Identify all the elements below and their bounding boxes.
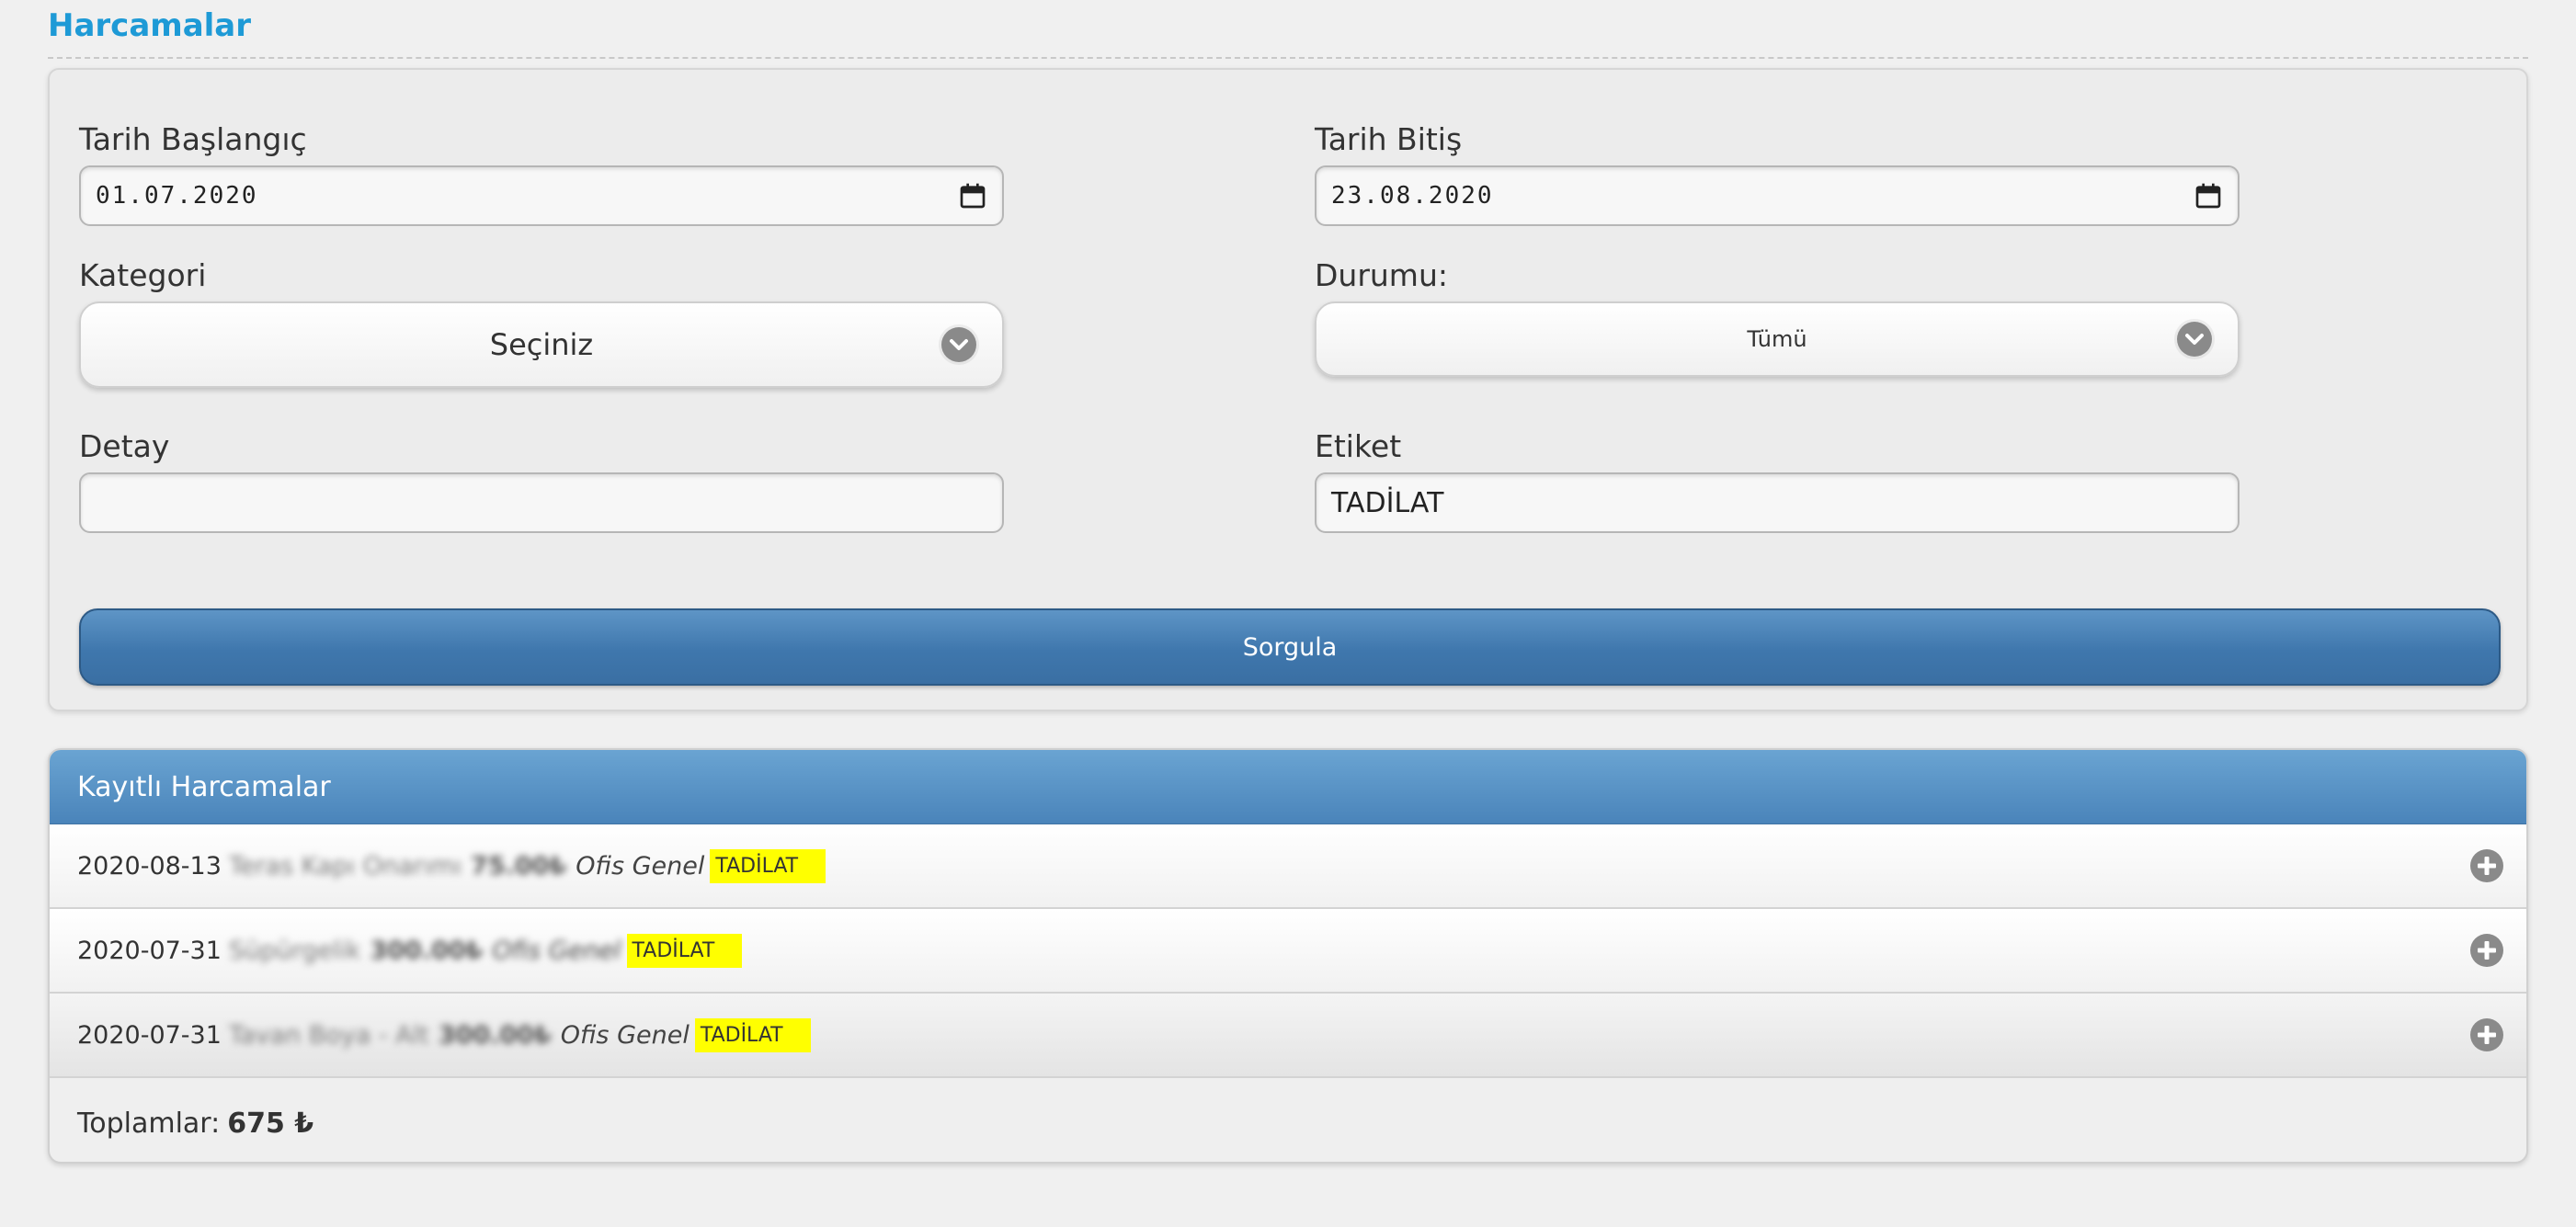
list-item[interactable]: 2020-07-31 Süpürgelik 300.00₺ Ofis Genel… xyxy=(50,909,2526,994)
row-tag: TADİLAT xyxy=(694,1017,811,1052)
page-title: Harcamalar xyxy=(48,7,251,44)
filter-panel: Tarih Başlangıç 01.07.2020 Tarih Bitiş 2… xyxy=(48,68,2528,711)
status-select[interactable]: Tümü xyxy=(1315,301,2240,377)
totals-label: Toplamlar: xyxy=(77,1107,221,1140)
start-date-label: Tarih Başlangıç xyxy=(79,121,307,157)
totals-row: Toplamlar: 675 ₺ xyxy=(50,1078,2526,1162)
totals-value: 675 ₺ xyxy=(227,1107,314,1140)
tag-input[interactable]: TADİLAT xyxy=(1315,472,2240,533)
row-tag: TADİLAT xyxy=(626,933,743,968)
row-amount: 300.00₺ xyxy=(438,1020,552,1050)
tag-label: Etiket xyxy=(1315,428,1402,464)
end-date-input[interactable]: 23.08.2020 xyxy=(1315,165,2240,226)
status-selected: Tümü xyxy=(1747,326,1807,352)
row-date: 2020-08-13 xyxy=(77,851,222,880)
detail-label: Detay xyxy=(79,428,170,464)
title-divider xyxy=(48,57,2528,59)
row-date: 2020-07-31 xyxy=(77,1020,222,1050)
query-button[interactable]: Sorgula xyxy=(79,608,2501,686)
row-date: 2020-07-31 xyxy=(77,936,222,965)
list-header: Kayıtlı Harcamalar xyxy=(50,750,2526,824)
list-item[interactable]: 2020-07-31 Tavan Boya - Alt 300.00₺ Ofis… xyxy=(50,994,2526,1078)
row-category: Ofis Genel xyxy=(576,851,705,880)
row-category: Ofis Genel xyxy=(492,936,621,965)
status-label: Durumu: xyxy=(1315,257,1448,293)
expenses-list-panel: Kayıtlı Harcamalar 2020-08-13 Teras Kapı… xyxy=(48,748,2528,1164)
row-category: Ofis Genel xyxy=(560,1020,690,1050)
chevron-down-icon xyxy=(941,327,976,362)
list-item[interactable]: 2020-08-13 Teras Kapı Onarımı 75.00₺ Ofi… xyxy=(50,824,2526,909)
row-description: Teras Kapı Onarımı xyxy=(228,851,462,880)
start-date-value: 01.07.2020 xyxy=(96,182,258,210)
category-select[interactable]: Seçiniz xyxy=(79,301,1004,388)
plus-circle-icon[interactable] xyxy=(2469,848,2504,883)
category-selected: Seçiniz xyxy=(489,327,594,362)
calendar-icon[interactable] xyxy=(2194,181,2223,210)
row-tag: TADİLAT xyxy=(710,848,826,883)
calendar-icon[interactable] xyxy=(958,181,987,210)
row-description: Süpürgelik xyxy=(228,936,361,965)
category-label: Kategori xyxy=(79,257,207,293)
end-date-value: 23.08.2020 xyxy=(1331,182,1494,210)
tag-value: TADİLAT xyxy=(1331,486,1444,519)
chevron-down-icon xyxy=(2177,322,2212,357)
row-description: Tavan Boya - Alt xyxy=(228,1020,429,1050)
detail-input[interactable] xyxy=(79,472,1004,533)
plus-circle-icon[interactable] xyxy=(2469,1017,2504,1052)
plus-circle-icon[interactable] xyxy=(2469,933,2504,968)
row-amount: 300.00₺ xyxy=(370,936,484,965)
start-date-input[interactable]: 01.07.2020 xyxy=(79,165,1004,226)
row-amount: 75.00₺ xyxy=(471,851,567,880)
end-date-label: Tarih Bitiş xyxy=(1315,121,1463,157)
